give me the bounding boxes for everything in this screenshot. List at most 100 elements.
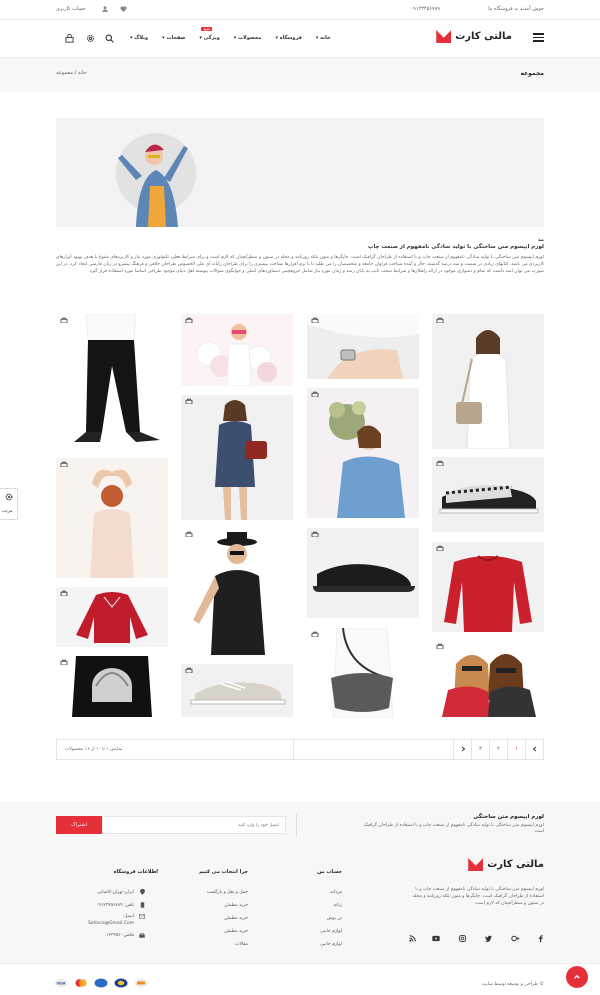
product-card[interactable]: [432, 640, 544, 717]
pagination-page-1[interactable]: ۱: [507, 740, 525, 759]
description-body: لورم ایپسوم متن ساختگی با تولید سادگی نا…: [56, 255, 544, 275]
product-woman-handbag: [432, 314, 544, 449]
add-to-cart-icon[interactable]: [60, 317, 68, 323]
top-bar: خوش آمدید به فروشگاه ما ۰۹۱۲۳۴۵۶۷۸۹ حساب…: [0, 0, 600, 20]
footer-why-link[interactable]: خرید مطمئن: [224, 929, 248, 934]
search-icon[interactable]: [105, 34, 114, 43]
product-card[interactable]: [181, 314, 293, 386]
add-to-cart-icon[interactable]: [185, 317, 193, 323]
chevron-right-icon: [532, 746, 536, 751]
footer-why-link[interactable]: خرید مطمئن: [224, 903, 248, 908]
footer-account-link[interactable]: زنانه: [334, 903, 342, 908]
nav-item-blog[interactable]: وبلاگ ▾: [130, 35, 148, 41]
phone-text: ۰۹۱۲۳۴۵۶۷۸۹: [410, 6, 440, 12]
description-subheading: لورم ایپسوم متن ساختگی با تولید سادگی نا…: [367, 244, 544, 250]
add-to-cart-icon[interactable]: [311, 391, 319, 397]
footer-why-link[interactable]: حمل و نقل و بازگشت: [207, 890, 248, 895]
newsletter-subscribe-button[interactable]: اشتراک: [56, 816, 102, 834]
facebook-icon[interactable]: [537, 935, 544, 942]
add-to-cart-icon[interactable]: [311, 631, 319, 637]
footer-account-link[interactable]: لوازم جانبی: [320, 929, 342, 934]
footer-info-address: ایران-تهران-کاشانی: [97, 890, 134, 895]
add-to-cart-icon[interactable]: [185, 667, 193, 673]
amex-icon: [94, 978, 108, 988]
add-to-cart-icon[interactable]: [185, 398, 193, 404]
footer-why-link[interactable]: خرید مطمئن: [224, 916, 248, 921]
google-plus-icon[interactable]: [511, 935, 520, 942]
pagination-prev[interactable]: [453, 740, 471, 759]
instagram-icon[interactable]: [459, 935, 466, 942]
add-to-cart-icon[interactable]: [436, 545, 444, 551]
product-card[interactable]: [432, 457, 544, 532]
add-to-cart-icon[interactable]: [311, 317, 319, 323]
logo-mark: [436, 30, 452, 43]
nav-item-features[interactable]: ویژگی ▾ جدید: [199, 27, 220, 41]
pagination-next[interactable]: [525, 740, 543, 759]
product-checkered-slip-on: [432, 457, 544, 532]
email-icon: [139, 914, 145, 919]
gear-icon[interactable]: [86, 34, 95, 43]
youtube-icon[interactable]: [432, 935, 440, 942]
brand-name: مالتی کارت: [455, 31, 512, 42]
product-card[interactable]: [181, 395, 293, 520]
footer-logo[interactable]: مالتی کارت: [468, 858, 544, 871]
user-icon[interactable]: [102, 6, 108, 12]
breadcrumb: خانه / مجموعه: [56, 70, 87, 76]
newsletter-section: لورم ایپسوم متن ساختگی لورم ایپسوم متن س…: [0, 802, 600, 848]
twitter-icon[interactable]: [485, 935, 492, 942]
footer-brand: مالتی کارت: [487, 859, 544, 870]
heart-icon[interactable]: [120, 6, 127, 12]
side-panel[interactable]: مرتب: [0, 488, 18, 520]
footer-why-link[interactable]: مقالات: [235, 942, 248, 947]
discover-icon: [134, 978, 148, 988]
footer-account-link[interactable]: تن پوش: [327, 916, 342, 921]
product-card[interactable]: [432, 314, 544, 449]
add-to-cart-icon[interactable]: [436, 643, 444, 649]
cart-icon[interactable]: [65, 34, 74, 43]
rss-icon[interactable]: [409, 935, 416, 942]
product-card[interactable]: [307, 314, 419, 379]
add-to-cart-icon[interactable]: [311, 531, 319, 537]
pagination-page-3[interactable]: ۳: [471, 740, 489, 759]
breadcrumb-home[interactable]: خانه: [78, 70, 87, 76]
visa-icon: VISA: [54, 978, 68, 988]
footer-info-email[interactable]: Setinco@Gmail.Com: [88, 921, 134, 926]
banner-image: [56, 118, 544, 227]
product-card[interactable]: [307, 388, 419, 518]
product-card[interactable]: [56, 458, 168, 578]
side-panel-label: مرتب: [2, 509, 13, 514]
product-card[interactable]: [56, 314, 168, 449]
add-to-cart-icon[interactable]: [60, 461, 68, 467]
product-man-hat: [181, 528, 293, 655]
add-to-cart-icon[interactable]: [436, 460, 444, 466]
newsletter-divider: [296, 814, 297, 836]
hamburger-icon[interactable]: [533, 33, 544, 42]
nav-item-pages[interactable]: صفحات ▾: [162, 35, 185, 41]
footer-account-link[interactable]: مردانه: [330, 890, 342, 895]
add-to-cart-icon[interactable]: [185, 531, 193, 537]
product-card[interactable]: [56, 656, 168, 717]
product-card[interactable]: [181, 664, 293, 717]
nav-item-products[interactable]: محصولات ▾: [234, 35, 262, 41]
main-header: مالتی کارت خانه ▾ فروشگاه ▾ محصولات ▾ وی…: [0, 20, 600, 58]
scroll-top-button[interactable]: [566, 966, 588, 988]
product-card[interactable]: [432, 542, 544, 632]
footer-info-phone: تلفن: ۰۹۱۲۳۴۵۶۷۸۹: [96, 903, 134, 908]
side-gear-icon[interactable]: [5, 493, 13, 501]
add-to-cart-icon[interactable]: [436, 317, 444, 323]
pagination-page-2[interactable]: ۲: [489, 740, 507, 759]
product-card[interactable]: [307, 528, 419, 618]
nav-item-home[interactable]: خانه ▾: [316, 35, 331, 41]
add-to-cart-icon[interactable]: [60, 659, 68, 665]
product-card[interactable]: [181, 528, 293, 655]
add-to-cart-icon[interactable]: [60, 590, 68, 596]
site-logo[interactable]: مالتی کارت: [436, 30, 512, 43]
newsletter-email-input[interactable]: [102, 816, 286, 834]
nav-item-shop[interactable]: فروشگاه ▾: [275, 35, 301, 41]
product-card[interactable]: [307, 628, 419, 718]
product-card[interactable]: [56, 587, 168, 647]
account-link[interactable]: حساب کاربری: [56, 6, 86, 12]
breadcrumb-current: مجموعه: [56, 70, 74, 76]
pagination-divider: [293, 740, 294, 759]
footer-account-link[interactable]: لوازم جانبی: [320, 942, 342, 947]
